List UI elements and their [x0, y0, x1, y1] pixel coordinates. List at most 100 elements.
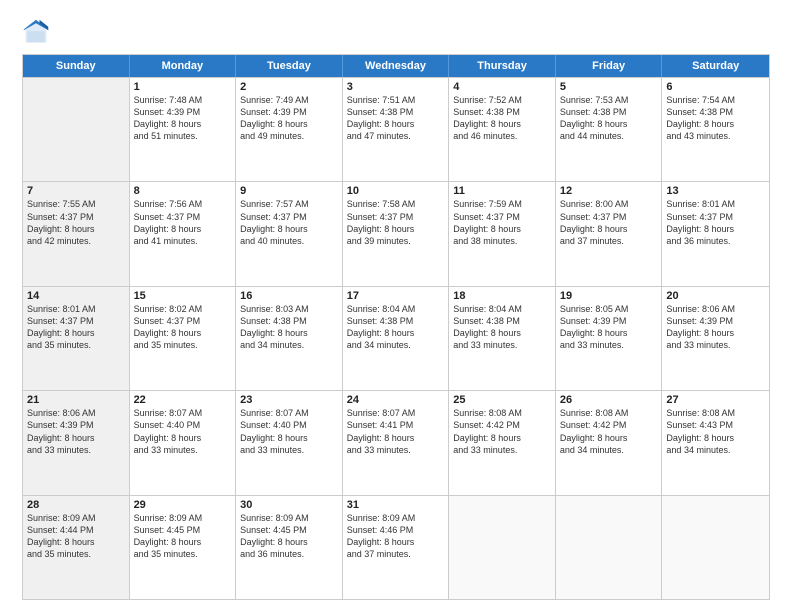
header-day-friday: Friday: [556, 55, 663, 77]
calendar-header-row: SundayMondayTuesdayWednesdayThursdayFrid…: [23, 55, 769, 77]
cal-cell: 2Sunrise: 7:49 AM Sunset: 4:39 PM Daylig…: [236, 78, 343, 181]
cal-cell: 4Sunrise: 7:52 AM Sunset: 4:38 PM Daylig…: [449, 78, 556, 181]
cell-info: Sunrise: 8:09 AM Sunset: 4:46 PM Dayligh…: [347, 512, 445, 561]
cell-info: Sunrise: 7:57 AM Sunset: 4:37 PM Dayligh…: [240, 198, 338, 247]
day-number: 1: [134, 81, 232, 93]
cal-cell: 6Sunrise: 7:54 AM Sunset: 4:38 PM Daylig…: [662, 78, 769, 181]
cal-cell: 1Sunrise: 7:48 AM Sunset: 4:39 PM Daylig…: [130, 78, 237, 181]
day-number: 10: [347, 185, 445, 197]
cell-info: Sunrise: 7:48 AM Sunset: 4:39 PM Dayligh…: [134, 94, 232, 143]
day-number: 8: [134, 185, 232, 197]
week-row-5: 28Sunrise: 8:09 AM Sunset: 4:44 PM Dayli…: [23, 495, 769, 599]
cal-cell: 13Sunrise: 8:01 AM Sunset: 4:37 PM Dayli…: [662, 182, 769, 285]
week-row-2: 7Sunrise: 7:55 AM Sunset: 4:37 PM Daylig…: [23, 181, 769, 285]
cal-cell: 20Sunrise: 8:06 AM Sunset: 4:39 PM Dayli…: [662, 287, 769, 390]
day-number: 30: [240, 499, 338, 511]
cell-info: Sunrise: 8:00 AM Sunset: 4:37 PM Dayligh…: [560, 198, 658, 247]
calendar: SundayMondayTuesdayWednesdayThursdayFrid…: [22, 54, 770, 600]
cell-info: Sunrise: 7:55 AM Sunset: 4:37 PM Dayligh…: [27, 198, 125, 247]
cal-cell: 18Sunrise: 8:04 AM Sunset: 4:38 PM Dayli…: [449, 287, 556, 390]
cal-cell: 12Sunrise: 8:00 AM Sunset: 4:37 PM Dayli…: [556, 182, 663, 285]
cal-cell: 24Sunrise: 8:07 AM Sunset: 4:41 PM Dayli…: [343, 391, 450, 494]
header-day-wednesday: Wednesday: [343, 55, 450, 77]
day-number: 29: [134, 499, 232, 511]
cal-cell: 29Sunrise: 8:09 AM Sunset: 4:45 PM Dayli…: [130, 496, 237, 599]
cal-cell: [449, 496, 556, 599]
cell-info: Sunrise: 8:08 AM Sunset: 4:43 PM Dayligh…: [666, 407, 765, 456]
cal-cell: 14Sunrise: 8:01 AM Sunset: 4:37 PM Dayli…: [23, 287, 130, 390]
cell-info: Sunrise: 8:09 AM Sunset: 4:45 PM Dayligh…: [134, 512, 232, 561]
cell-info: Sunrise: 7:53 AM Sunset: 4:38 PM Dayligh…: [560, 94, 658, 143]
cell-info: Sunrise: 8:09 AM Sunset: 4:45 PM Dayligh…: [240, 512, 338, 561]
day-number: 25: [453, 394, 551, 406]
cal-cell: 3Sunrise: 7:51 AM Sunset: 4:38 PM Daylig…: [343, 78, 450, 181]
cell-info: Sunrise: 8:06 AM Sunset: 4:39 PM Dayligh…: [27, 407, 125, 456]
header-day-saturday: Saturday: [662, 55, 769, 77]
cell-info: Sunrise: 8:08 AM Sunset: 4:42 PM Dayligh…: [453, 407, 551, 456]
header-day-thursday: Thursday: [449, 55, 556, 77]
cell-info: Sunrise: 7:52 AM Sunset: 4:38 PM Dayligh…: [453, 94, 551, 143]
day-number: 23: [240, 394, 338, 406]
header: [22, 18, 770, 46]
cell-info: Sunrise: 8:05 AM Sunset: 4:39 PM Dayligh…: [560, 303, 658, 352]
cal-cell: 27Sunrise: 8:08 AM Sunset: 4:43 PM Dayli…: [662, 391, 769, 494]
day-number: 26: [560, 394, 658, 406]
cell-info: Sunrise: 8:03 AM Sunset: 4:38 PM Dayligh…: [240, 303, 338, 352]
day-number: 6: [666, 81, 765, 93]
cell-info: Sunrise: 8:08 AM Sunset: 4:42 PM Dayligh…: [560, 407, 658, 456]
cal-cell: 23Sunrise: 8:07 AM Sunset: 4:40 PM Dayli…: [236, 391, 343, 494]
cell-info: Sunrise: 8:01 AM Sunset: 4:37 PM Dayligh…: [666, 198, 765, 247]
cal-cell: 28Sunrise: 8:09 AM Sunset: 4:44 PM Dayli…: [23, 496, 130, 599]
day-number: 12: [560, 185, 658, 197]
day-number: 13: [666, 185, 765, 197]
day-number: 31: [347, 499, 445, 511]
cell-info: Sunrise: 8:01 AM Sunset: 4:37 PM Dayligh…: [27, 303, 125, 352]
cal-cell: 31Sunrise: 8:09 AM Sunset: 4:46 PM Dayli…: [343, 496, 450, 599]
day-number: 27: [666, 394, 765, 406]
cell-info: Sunrise: 7:58 AM Sunset: 4:37 PM Dayligh…: [347, 198, 445, 247]
day-number: 28: [27, 499, 125, 511]
day-number: 22: [134, 394, 232, 406]
cal-cell: 11Sunrise: 7:59 AM Sunset: 4:37 PM Dayli…: [449, 182, 556, 285]
day-number: 24: [347, 394, 445, 406]
cell-info: Sunrise: 7:56 AM Sunset: 4:37 PM Dayligh…: [134, 198, 232, 247]
day-number: 5: [560, 81, 658, 93]
page: SundayMondayTuesdayWednesdayThursdayFrid…: [0, 0, 792, 612]
cal-cell: 7Sunrise: 7:55 AM Sunset: 4:37 PM Daylig…: [23, 182, 130, 285]
cal-cell: 30Sunrise: 8:09 AM Sunset: 4:45 PM Dayli…: [236, 496, 343, 599]
cal-cell: 10Sunrise: 7:58 AM Sunset: 4:37 PM Dayli…: [343, 182, 450, 285]
cell-info: Sunrise: 7:54 AM Sunset: 4:38 PM Dayligh…: [666, 94, 765, 143]
day-number: 3: [347, 81, 445, 93]
cell-info: Sunrise: 8:02 AM Sunset: 4:37 PM Dayligh…: [134, 303, 232, 352]
cal-cell: [556, 496, 663, 599]
header-day-sunday: Sunday: [23, 55, 130, 77]
cal-cell: [23, 78, 130, 181]
cell-info: Sunrise: 8:06 AM Sunset: 4:39 PM Dayligh…: [666, 303, 765, 352]
day-number: 19: [560, 290, 658, 302]
cell-info: Sunrise: 8:07 AM Sunset: 4:40 PM Dayligh…: [134, 407, 232, 456]
day-number: 15: [134, 290, 232, 302]
cal-cell: 26Sunrise: 8:08 AM Sunset: 4:42 PM Dayli…: [556, 391, 663, 494]
calendar-body: 1Sunrise: 7:48 AM Sunset: 4:39 PM Daylig…: [23, 77, 769, 599]
day-number: 9: [240, 185, 338, 197]
cell-info: Sunrise: 8:07 AM Sunset: 4:40 PM Dayligh…: [240, 407, 338, 456]
cal-cell: 19Sunrise: 8:05 AM Sunset: 4:39 PM Dayli…: [556, 287, 663, 390]
cal-cell: 5Sunrise: 7:53 AM Sunset: 4:38 PM Daylig…: [556, 78, 663, 181]
cal-cell: 16Sunrise: 8:03 AM Sunset: 4:38 PM Dayli…: [236, 287, 343, 390]
cell-info: Sunrise: 8:09 AM Sunset: 4:44 PM Dayligh…: [27, 512, 125, 561]
day-number: 18: [453, 290, 551, 302]
day-number: 2: [240, 81, 338, 93]
day-number: 21: [27, 394, 125, 406]
header-day-tuesday: Tuesday: [236, 55, 343, 77]
cell-info: Sunrise: 8:04 AM Sunset: 4:38 PM Dayligh…: [453, 303, 551, 352]
cell-info: Sunrise: 7:49 AM Sunset: 4:39 PM Dayligh…: [240, 94, 338, 143]
day-number: 14: [27, 290, 125, 302]
cal-cell: [662, 496, 769, 599]
cell-info: Sunrise: 8:07 AM Sunset: 4:41 PM Dayligh…: [347, 407, 445, 456]
cal-cell: 25Sunrise: 8:08 AM Sunset: 4:42 PM Dayli…: [449, 391, 556, 494]
day-number: 17: [347, 290, 445, 302]
cal-cell: 8Sunrise: 7:56 AM Sunset: 4:37 PM Daylig…: [130, 182, 237, 285]
cal-cell: 22Sunrise: 8:07 AM Sunset: 4:40 PM Dayli…: [130, 391, 237, 494]
logo-icon: [22, 18, 50, 46]
day-number: 7: [27, 185, 125, 197]
